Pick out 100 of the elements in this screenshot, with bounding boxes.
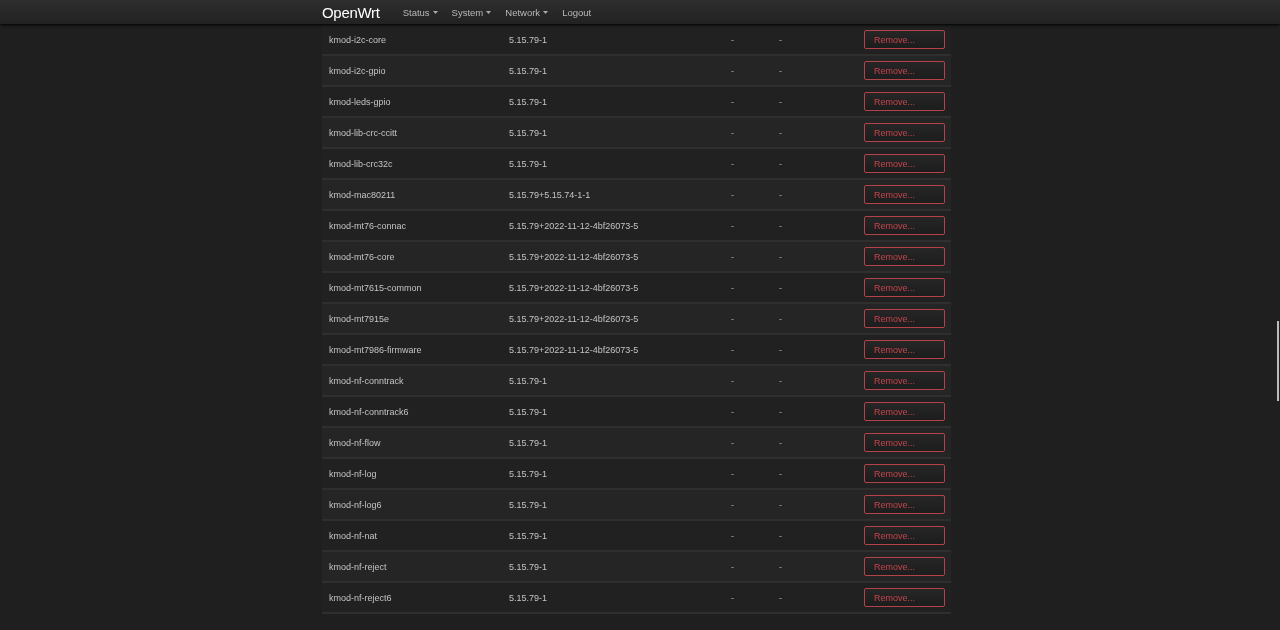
table-cell: - <box>731 65 734 76</box>
package-name: kmod-lib-crc-ccitt <box>329 127 398 138</box>
package-name: kmod-nf-nat <box>329 530 379 541</box>
package-version: 5.15.79-1 <box>509 499 549 510</box>
table-cell: - <box>731 592 734 603</box>
package-version: 5.15.79+2022-11-12-4bf26073-5 <box>509 344 640 355</box>
remove-button[interactable]: Remove... <box>864 402 945 421</box>
table-cell: - <box>731 34 734 45</box>
nav-menu-item[interactable]: Status <box>395 6 445 18</box>
remove-button[interactable]: Remove... <box>864 247 945 266</box>
nav-menu-item[interactable]: Logout <box>555 6 599 18</box>
package-name: kmod-mt76-connac <box>329 220 408 231</box>
remove-button[interactable]: Remove... <box>864 371 945 390</box>
table-cell: - <box>731 251 734 262</box>
nav-menu-item[interactable]: Network <box>498 6 556 18</box>
table-cell: - <box>779 344 782 355</box>
table-cell: - <box>731 530 734 541</box>
table-cell: - <box>779 220 782 231</box>
table-cell: - <box>731 344 734 355</box>
package-version: 5.15.79-1 <box>509 65 549 76</box>
table-cell: - <box>779 530 782 541</box>
remove-button[interactable]: Remove... <box>864 154 945 173</box>
package-name: kmod-nf-log <box>329 468 378 479</box>
remove-button[interactable]: Remove... <box>864 61 945 80</box>
package-name: kmod-nf-log6 <box>329 499 383 510</box>
table-cell: - <box>779 158 782 169</box>
package-name: kmod-nf-conntrack6 <box>329 406 410 417</box>
table-cell: - <box>779 251 782 262</box>
package-version: 5.15.79-1 <box>509 561 549 572</box>
remove-button[interactable]: Remove... <box>864 216 945 235</box>
package-name: kmod-nf-reject <box>329 561 388 572</box>
package-version: 5.15.79-1 <box>509 592 549 603</box>
table-cell: - <box>731 313 734 324</box>
package-name: kmod-mt7615-common <box>329 282 423 293</box>
nav-menu-item[interactable]: System <box>444 6 499 18</box>
remove-button[interactable]: Remove... <box>864 464 945 483</box>
package-version: 5.15.79-1 <box>509 127 549 138</box>
package-version: 5.15.79-1 <box>509 96 549 107</box>
package-version: 5.15.79-1 <box>509 406 549 417</box>
table-cell: - <box>731 282 734 293</box>
table-cell: - <box>779 65 782 76</box>
package-name: kmod-i2c-gpio <box>329 65 387 76</box>
table-cell: - <box>731 375 734 386</box>
scrollbar[interactable] <box>1277 321 1279 401</box>
remove-button[interactable]: Remove... <box>864 433 945 452</box>
package-version: 5.15.79+2022-11-12-4bf26073-5 <box>509 282 640 293</box>
remove-button[interactable]: Remove... <box>864 278 945 297</box>
table-cell: - <box>779 189 782 200</box>
package-name: kmod-leds-gpio <box>329 96 392 107</box>
package-version: 5.15.79+2022-11-12-4bf26073-5 <box>509 313 640 324</box>
table-cell: - <box>731 561 734 572</box>
package-version: 5.15.79+5.15.74-1-1 <box>509 189 592 200</box>
table-cell: - <box>731 437 734 448</box>
table-cell: - <box>731 468 734 479</box>
table-cell: - <box>731 499 734 510</box>
remove-button[interactable]: Remove... <box>864 557 945 576</box>
table-cell: - <box>779 313 782 324</box>
table-cell: - <box>779 406 782 417</box>
table-cell: - <box>731 96 734 107</box>
package-version: 5.15.79-1 <box>509 530 549 541</box>
table-cell: - <box>779 561 782 572</box>
package-name: kmod-mac80211 <box>329 189 397 200</box>
package-version: 5.15.79-1 <box>509 437 549 448</box>
table-cell: - <box>779 592 782 603</box>
table-cell: - <box>731 406 734 417</box>
package-version: 5.15.79-1 <box>509 34 549 45</box>
package-version: 5.15.79-1 <box>509 468 549 479</box>
package-version: 5.15.79+2022-11-12-4bf26073-5 <box>509 220 640 231</box>
package-name: kmod-lib-crc32c <box>329 158 394 169</box>
remove-button[interactable]: Remove... <box>864 30 945 49</box>
package-name: kmod-i2c-core <box>329 34 387 45</box>
package-name: kmod-nf-flow <box>329 437 382 448</box>
table-cell: - <box>779 375 782 386</box>
remove-button[interactable]: Remove... <box>864 92 945 111</box>
brand-logo[interactable]: OpenWrt <box>322 3 380 21</box>
table-cell: - <box>731 127 734 138</box>
table-cell: - <box>779 127 782 138</box>
package-version: 5.15.79+2022-11-12-4bf26073-5 <box>509 251 640 262</box>
remove-button[interactable]: Remove... <box>864 588 945 607</box>
remove-button[interactable]: Remove... <box>864 526 945 545</box>
table-cell: - <box>779 437 782 448</box>
table-cell: - <box>779 499 782 510</box>
table-cell: - <box>779 468 782 479</box>
table-cell: - <box>779 96 782 107</box>
package-name: kmod-mt76-core <box>329 251 396 262</box>
table-cell: - <box>779 282 782 293</box>
package-name: kmod-nf-reject6 <box>329 592 393 603</box>
table-cell: - <box>779 34 782 45</box>
remove-button[interactable]: Remove... <box>864 123 945 142</box>
package-version: 5.15.79-1 <box>509 158 549 169</box>
package-name: kmod-mt7915e <box>329 313 391 324</box>
remove-button[interactable]: Remove... <box>864 309 945 328</box>
table-cell: - <box>731 158 734 169</box>
remove-button[interactable]: Remove... <box>864 495 945 514</box>
package-version: 5.15.79-1 <box>509 375 549 386</box>
package-name: kmod-mt7986-firmware <box>329 344 423 355</box>
remove-button[interactable]: Remove... <box>864 185 945 204</box>
remove-button[interactable]: Remove... <box>864 340 945 359</box>
package-name: kmod-nf-conntrack <box>329 375 405 386</box>
table-cell: - <box>731 189 734 200</box>
